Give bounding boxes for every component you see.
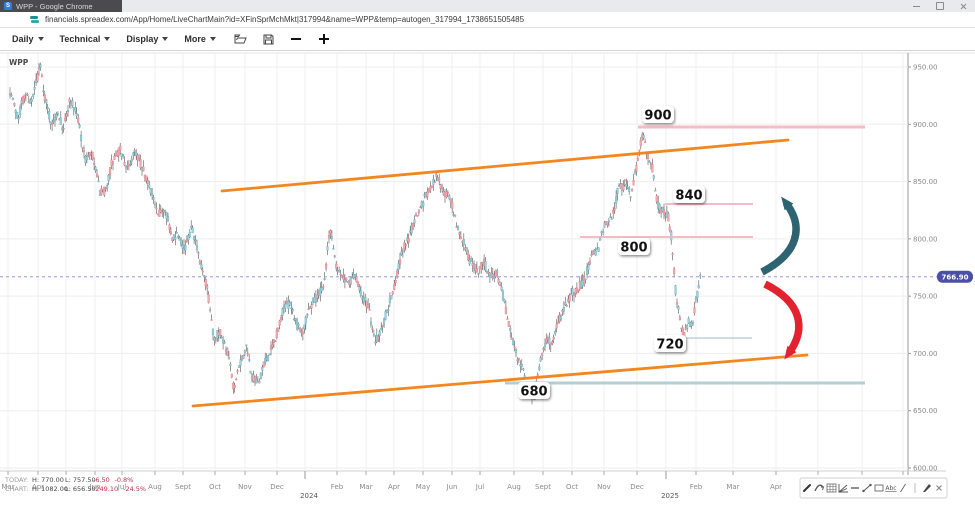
svg-text:Abc: Abc [885, 485, 896, 492]
window-titlebar: S WPP - Google Chrome [0, 0, 975, 12]
svg-text:-6.50: -6.50 [93, 476, 110, 484]
chevron-down-icon [210, 37, 216, 41]
svg-text:L: 656.50: L: 656.50 [65, 485, 96, 493]
open-folder-icon[interactable] [234, 34, 247, 44]
svg-text:L: 757.50: L: 757.50 [65, 476, 96, 484]
svg-text:Apr: Apr [388, 483, 400, 491]
menu-technical[interactable]: Technical [56, 31, 119, 47]
zoom-out-icon[interactable] [290, 33, 302, 45]
svg-text:840: 840 [675, 189, 702, 204]
trend-channel[interactable] [193, 140, 807, 406]
svg-text:Nov: Nov [238, 483, 252, 491]
level-label: 900 [642, 106, 674, 124]
svg-text:2025: 2025 [661, 492, 679, 500]
level-label: 800 [618, 238, 650, 256]
svg-text:850.00: 850.00 [913, 178, 938, 186]
svg-text:TODAY:: TODAY: [4, 476, 28, 484]
chart-menubar: Daily Technical Display More [0, 28, 975, 51]
session-stats: TODAY: H: 770.00L: 757.50-6.50 -0.8% CHART:… [4, 476, 146, 493]
svg-text:CHART:: CHART: [5, 485, 28, 493]
minimize-icon[interactable] [913, 6, 920, 7]
svg-text:H: 770.00: H: 770.00 [32, 476, 64, 484]
svg-text:Oct: Oct [566, 483, 578, 491]
svg-text:-24.5%: -24.5% [123, 485, 146, 493]
menu-more[interactable]: More [180, 31, 224, 47]
svg-text:Feb: Feb [331, 483, 344, 491]
save-icon[interactable] [263, 34, 274, 45]
window-title-tab: S WPP - Google Chrome [0, 0, 122, 12]
maximize-icon[interactable] [936, 2, 944, 10]
site-icon [30, 16, 39, 24]
svg-text:800: 800 [620, 241, 647, 256]
svg-text:Dec: Dec [630, 483, 644, 491]
rejection-down-arrow[interactable] [765, 284, 799, 353]
svg-text:700.00: 700.00 [913, 350, 938, 358]
svg-text:Nov: Nov [597, 483, 611, 491]
svg-text:Mar: Mar [359, 483, 372, 491]
svg-text:720: 720 [656, 338, 683, 353]
symbol-label: WPP [9, 58, 29, 67]
chart-canvas[interactable]: 950.00 900.00 850.00 800.00 750.00 700.00 650.… [0, 51, 975, 523]
chevron-down-icon [38, 37, 44, 41]
chevron-down-icon [104, 37, 110, 41]
svg-text:900.00: 900.00 [913, 121, 938, 129]
svg-text:2024: 2024 [300, 492, 318, 500]
menu-display[interactable]: Display [122, 31, 176, 47]
level-label: 720 [654, 335, 686, 353]
level-label: 840 [673, 186, 705, 204]
close-icon[interactable] [960, 3, 967, 10]
svg-text:800.00: 800.00 [913, 235, 938, 243]
chevron-down-icon [162, 37, 168, 41]
svg-text:900: 900 [644, 109, 671, 124]
svg-text:Apr: Apr [770, 483, 782, 491]
svg-text:Feb: Feb [690, 483, 703, 491]
url-text[interactable]: financials.spreadex.com/App/Home/LiveCha… [45, 15, 524, 24]
svg-text:Oct: Oct [209, 483, 221, 491]
drawing-toolbar: Abc [800, 478, 947, 498]
svg-text:H: 1082.00: H: 1082.00 [32, 485, 68, 493]
svg-text:May: May [416, 483, 430, 491]
svg-text:Jul: Jul [475, 483, 485, 491]
svg-text:750.00: 750.00 [913, 293, 938, 301]
current-price-badge: 766.90 [937, 271, 973, 283]
app-favicon: S [4, 2, 12, 10]
svg-text:Aug: Aug [507, 483, 521, 491]
svg-text:680: 680 [520, 385, 547, 400]
svg-text:Dec: Dec [270, 483, 284, 491]
svg-text:950.00: 950.00 [913, 64, 938, 72]
url-bar[interactable]: financials.spreadex.com/App/Home/LiveCha… [0, 12, 975, 28]
svg-text:600.00: 600.00 [913, 465, 938, 473]
zoom-in-icon[interactable] [318, 33, 330, 45]
svg-text:Mar: Mar [726, 483, 739, 491]
svg-text:Sept: Sept [175, 483, 191, 491]
svg-text:Sept: Sept [535, 483, 551, 491]
svg-text:Aug: Aug [148, 483, 162, 491]
svg-text:-0.8%: -0.8% [115, 476, 134, 484]
window-title: WPP - Google Chrome [16, 2, 93, 11]
level-label: 680 [518, 382, 550, 400]
svg-text:650.00: 650.00 [913, 407, 938, 415]
svg-text:766.90: 766.90 [941, 273, 968, 281]
bounce-up-arrow[interactable] [762, 203, 796, 272]
svg-text:Jun: Jun [446, 483, 458, 491]
window-controls [913, 0, 967, 12]
svg-text:-249.10: -249.10 [93, 485, 118, 493]
chart-pane: 950.00 900.00 850.00 800.00 750.00 700.00 650.… [0, 51, 975, 523]
menu-daily[interactable]: Daily [8, 31, 52, 47]
